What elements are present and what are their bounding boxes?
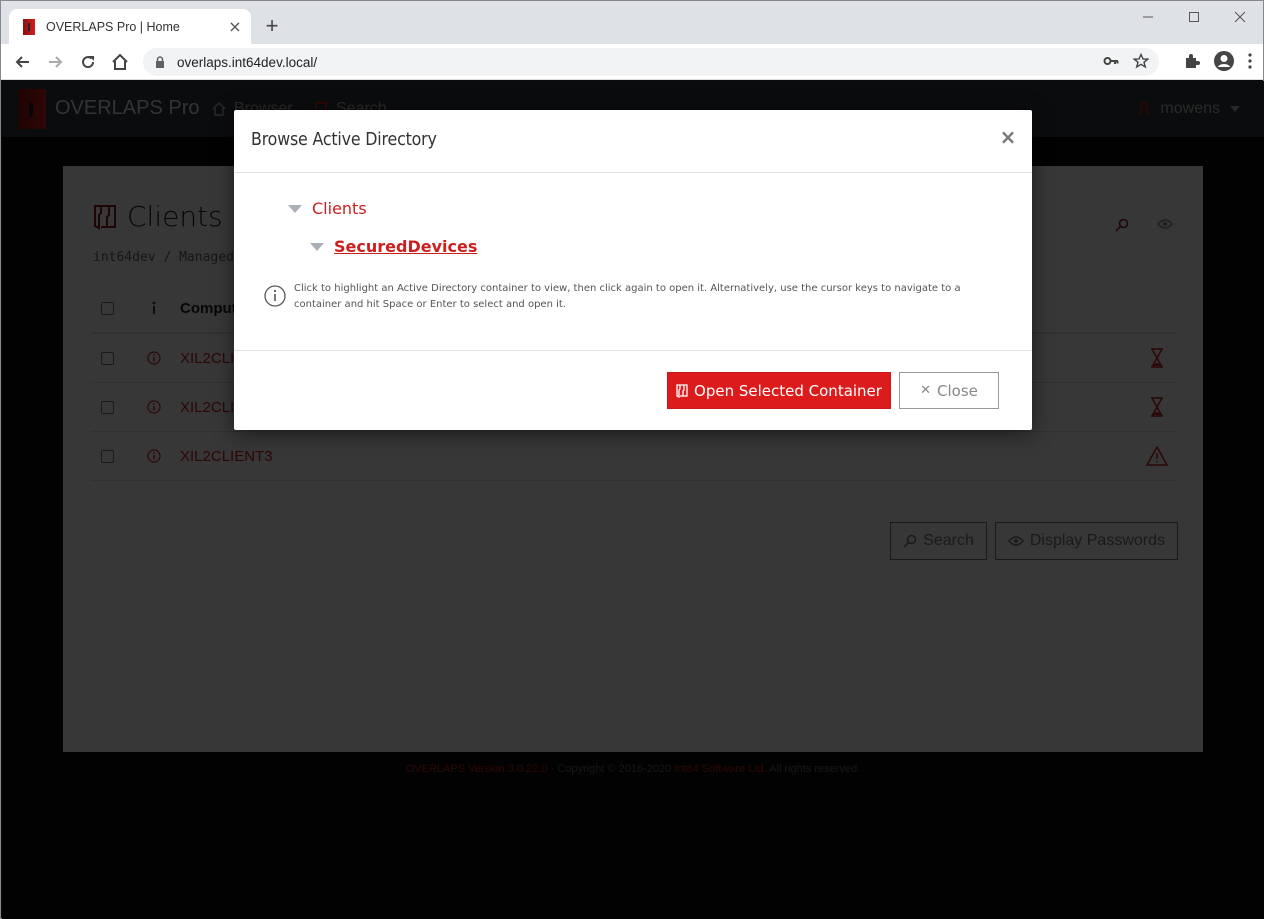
tab-close-icon[interactable]: × — [227, 18, 243, 35]
modal-footer: Open Selected Container ✕ Close — [234, 351, 1032, 429]
modal-header: Browse Active Directory × — [234, 110, 1032, 173]
favicon-icon — [23, 18, 35, 35]
url-text: overlaps.int64dev.local/ — [177, 54, 318, 70]
maximize-button[interactable] — [1171, 1, 1217, 33]
modal-body: Clients SecuredDevices Click to highligh… — [234, 173, 1032, 351]
modal-title: Browse Active Directory — [251, 129, 437, 150]
tree-node-clients[interactable]: Clients — [288, 199, 367, 218]
window-close-icon — [1234, 11, 1246, 23]
key-icon[interactable] — [1103, 53, 1119, 69]
tree-node-label: SecuredDevices — [334, 237, 478, 256]
close-button[interactable]: ✕ Close — [899, 372, 999, 409]
back-arrow-icon — [15, 56, 29, 68]
tab-title: OVERLAPS Pro | Home — [46, 19, 180, 34]
profile-avatar-icon[interactable] — [1213, 50, 1235, 72]
menu-kebab-icon[interactable] — [1247, 52, 1253, 70]
info-circle-icon — [264, 285, 286, 307]
open-selected-container-label: Open Selected Container — [694, 381, 882, 400]
tree-node-label: Clients — [312, 199, 367, 218]
forward-arrow-icon — [49, 56, 63, 68]
web-page: OVERLAPS Pro Browser Search mowens Clien… — [2, 81, 1264, 919]
extensions-puzzle-icon[interactable] — [1183, 52, 1201, 70]
new-tab-button[interactable]: + — [261, 15, 283, 37]
close-x-icon: ✕ — [920, 383, 932, 398]
back-button[interactable] — [11, 50, 35, 74]
close-button-label: Close — [937, 381, 978, 400]
browser-window: OVERLAPS Pro | Home × + overlaps.int64de… — [0, 0, 1264, 919]
help-text: Click to highlight an Active Directory c… — [294, 283, 961, 310]
browser-tab[interactable]: OVERLAPS Pro | Home × — [9, 9, 251, 44]
forward-button[interactable] — [43, 50, 67, 74]
browser-toolbar: overlaps.int64dev.local/ — [1, 44, 1263, 80]
window-close-button[interactable] — [1217, 1, 1263, 33]
home-button[interactable] — [108, 50, 132, 74]
window-controls — [1125, 1, 1263, 33]
open-selected-container-button[interactable]: Open Selected Container — [667, 372, 891, 409]
caret-down-icon[interactable] — [288, 204, 302, 213]
caret-down-icon[interactable] — [310, 242, 324, 251]
bookmark-star-icon[interactable] — [1133, 53, 1149, 69]
reload-button[interactable] — [76, 50, 100, 74]
tab-strip: OVERLAPS Pro | Home × + — [1, 1, 1263, 44]
help-info: Click to highlight an Active Directory c… — [264, 281, 964, 313]
lock-icon — [156, 56, 164, 68]
address-bar[interactable]: overlaps.int64dev.local/ — [143, 48, 1159, 76]
home-icon — [112, 53, 128, 70]
minimize-button[interactable] — [1125, 1, 1171, 33]
reload-icon — [82, 56, 95, 69]
maximize-icon — [1189, 12, 1199, 22]
modal-close-icon[interactable]: × — [998, 127, 1018, 147]
minimize-icon — [1143, 16, 1153, 18]
extension-buttons — [1183, 50, 1253, 72]
browse-ad-modal: Browse Active Directory × Clients Secure… — [234, 110, 1032, 430]
omnibox-actions — [1103, 53, 1149, 69]
container-door-icon — [676, 383, 688, 398]
tree-node-secureddevices[interactable]: SecuredDevices — [310, 237, 477, 256]
